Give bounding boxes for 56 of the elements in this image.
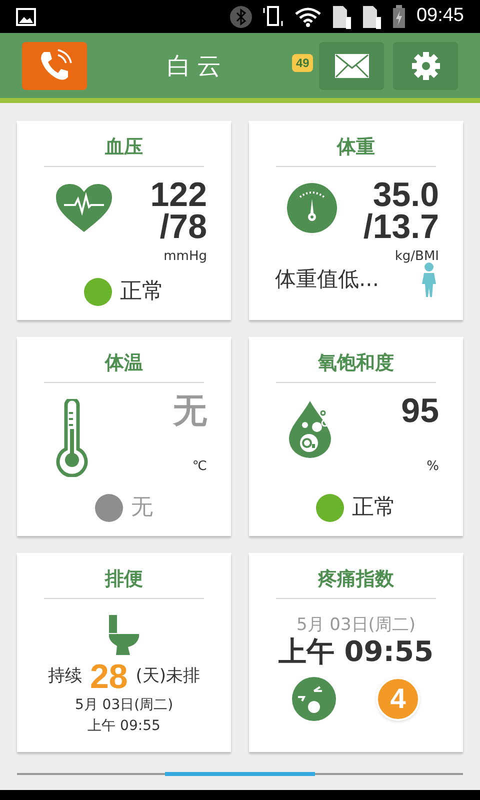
days-count: 28	[90, 658, 128, 694]
reading-value: 无	[173, 394, 207, 426]
message-count-badge: 49	[292, 54, 314, 72]
messages-button[interactable]	[319, 42, 384, 90]
vibrate-icon	[262, 4, 284, 28]
oxygen-drop-icon	[287, 398, 333, 458]
card-background[interactable]: 氧饱和度 95 % 正常	[249, 337, 463, 536]
date-text: 5月 03日(周二)	[296, 614, 416, 634]
reading-value: 122	[150, 178, 207, 210]
gauge-icon	[287, 182, 337, 232]
wifi-icon	[294, 6, 322, 26]
reading-value: /13.7	[363, 210, 439, 242]
duration-suffix: (天)未排	[136, 664, 200, 688]
card-title: 氧饱和度	[318, 351, 394, 376]
reading-value: 95	[401, 394, 439, 426]
unit-label: %	[426, 458, 439, 476]
call-button[interactable]	[22, 42, 87, 90]
status-label: 正常	[352, 494, 396, 522]
time-text: 上午 09:55	[278, 634, 434, 668]
unit-label: ℃	[192, 458, 207, 476]
card-title: 疼痛指数	[318, 567, 394, 592]
clock-time: 09:45	[416, 4, 464, 28]
reading-value: /78	[160, 210, 207, 242]
card-background[interactable]: 血压 122 /78 mmHg 正常	[17, 121, 231, 320]
unit-label: kg/BMI	[394, 248, 439, 266]
sim-card-icon	[362, 4, 382, 28]
card-background[interactable]: 体温 无 ℃ 无	[17, 337, 231, 536]
unit-label: mmHg	[164, 248, 207, 266]
pain-score-badge: 4	[376, 676, 420, 720]
status-label: 无	[131, 494, 153, 522]
weight-note: 体重值低...	[275, 266, 380, 294]
reading-value: 35.0	[372, 178, 439, 210]
settings-button[interactable]	[393, 42, 458, 90]
person-icon	[421, 262, 437, 298]
settings-icon	[410, 50, 440, 80]
envelope-icon	[334, 54, 368, 78]
image-icon	[16, 8, 36, 26]
toilet-icon	[108, 614, 140, 654]
card-background[interactable]: 体重 35.0 /13.7 kg/BMI 体重值低...	[249, 121, 463, 320]
user-name: 白云	[167, 50, 227, 82]
card-background[interactable]: 疼痛指数 5月 03日(周二) 上午 09:55 4	[249, 553, 463, 752]
card-background[interactable]: 排便 持续 28 (天)未排 5月 03日(周二) 上午 09:55	[17, 553, 231, 752]
heart-pulse-icon	[55, 182, 113, 232]
sim-card-icon	[332, 4, 352, 28]
battery-charging-icon	[392, 4, 406, 28]
card-title: 体温	[105, 351, 143, 376]
time-text: 上午 09:55	[88, 716, 160, 736]
pain-face-icon	[292, 676, 336, 720]
status-label: 正常	[120, 278, 164, 306]
date-text: 5月 03日(周二)	[74, 696, 174, 714]
card-title: 血压	[105, 135, 143, 160]
thermometer-icon	[55, 398, 89, 476]
card-title: 体重	[337, 135, 375, 160]
duration-prefix: 持续	[48, 664, 82, 688]
card-title: 排便	[105, 567, 143, 592]
bluetooth-icon	[230, 6, 252, 28]
